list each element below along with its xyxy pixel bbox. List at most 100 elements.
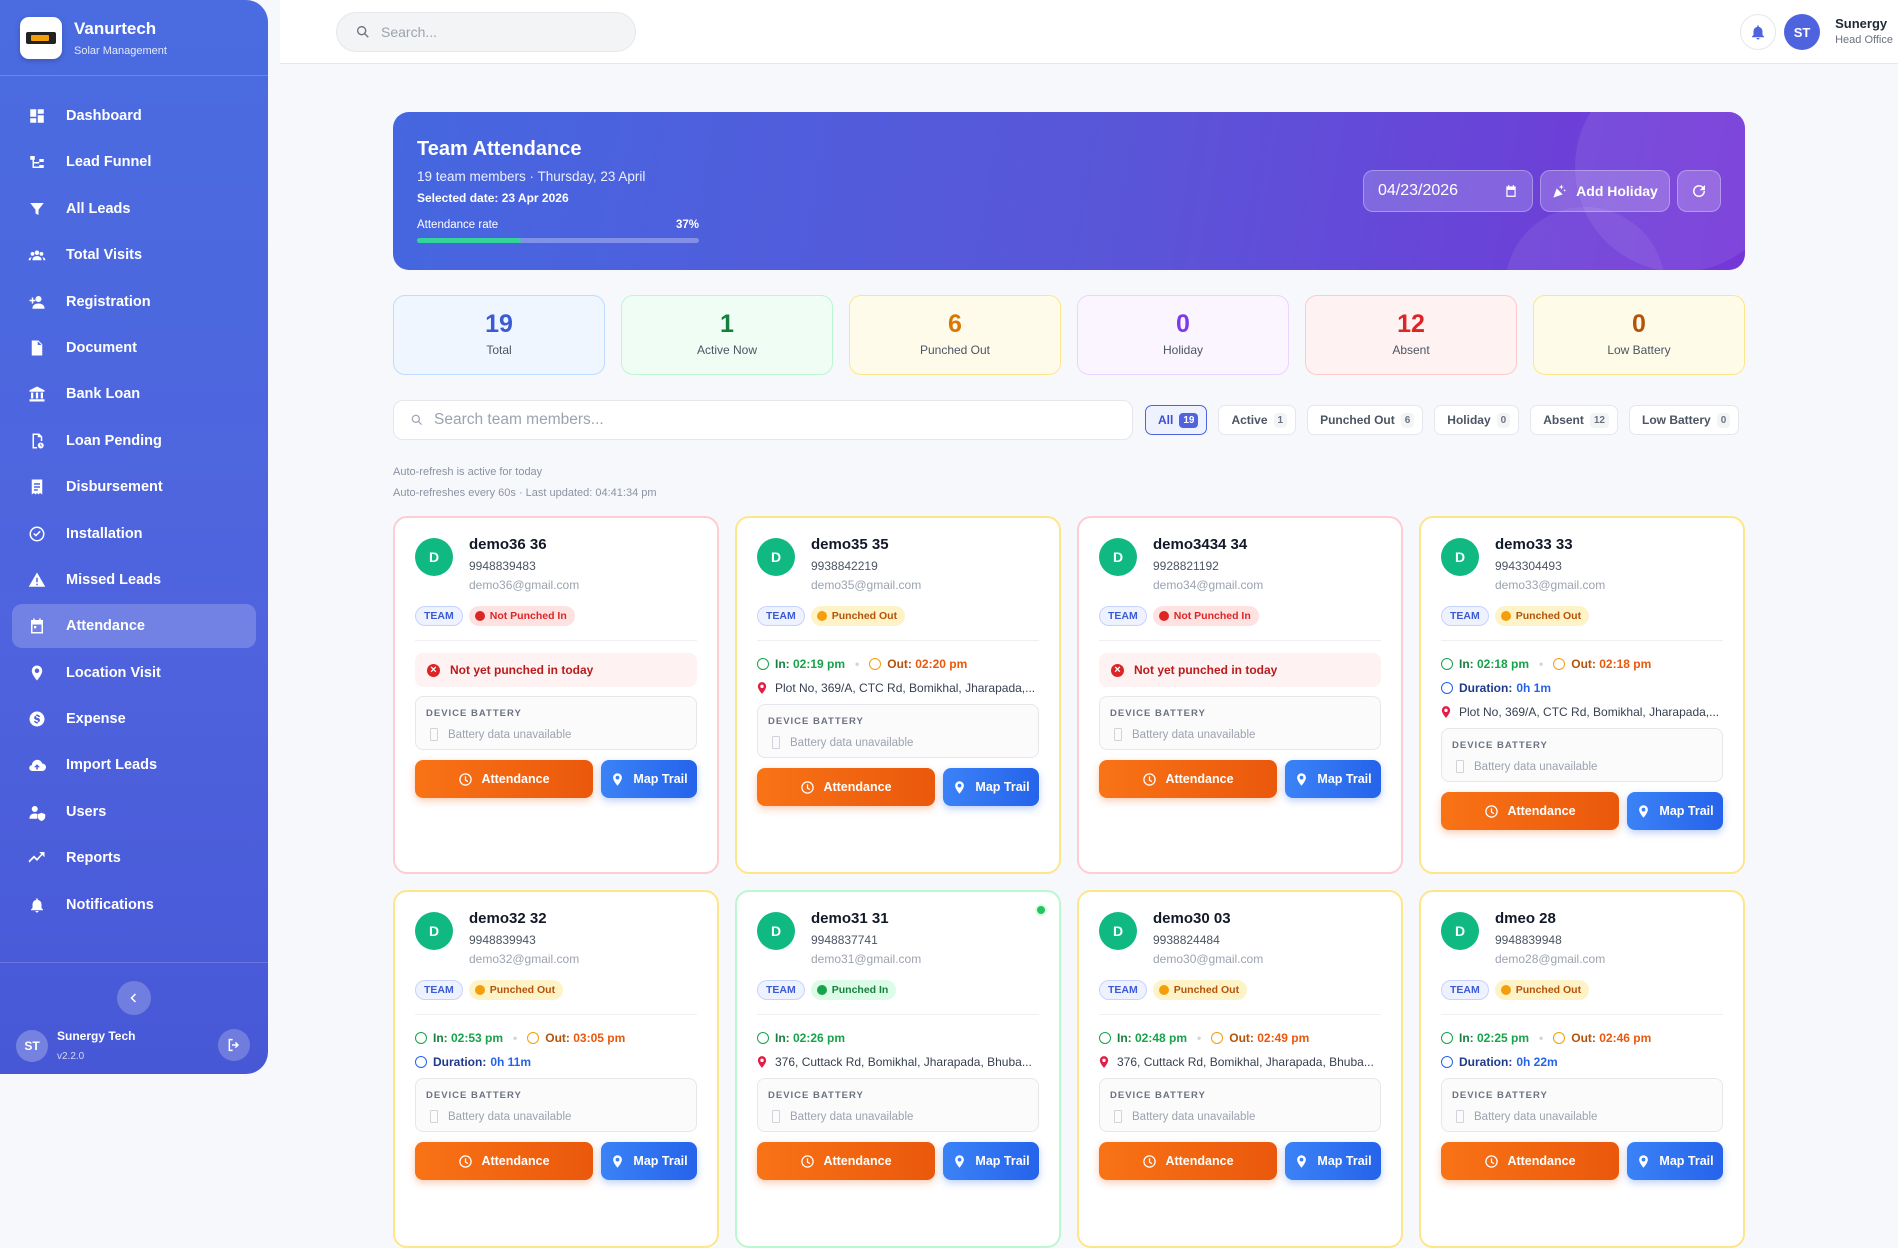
stat-card-punched-out[interactable]: 6 Punched Out [849, 295, 1061, 375]
sidebar-item-expense[interactable]: Expense [12, 697, 256, 741]
attendance-button[interactable]: Attendance [415, 760, 593, 798]
punch-address: 376, Cuttack Rd, Bomikhal, Jharapada, Bh… [757, 1055, 1039, 1069]
sidebar-item-loan-pending[interactable]: Loan Pending [12, 419, 256, 463]
attendance-button[interactable]: Attendance [1441, 1142, 1619, 1180]
sidebar-item-label: Document [66, 339, 137, 356]
sidebar-item-label: Attendance [66, 618, 145, 635]
sidebar-item-notifications[interactable]: Notifications [12, 883, 256, 927]
attendance-rate-value: 37% [675, 219, 699, 231]
sidebar-item-reports[interactable]: Reports [12, 836, 256, 880]
device-battery-label: DEVICE BATTERY [1110, 708, 1206, 719]
status-badge: Not Punched In [468, 606, 575, 626]
clock-icon [1143, 1154, 1157, 1168]
attendance-header: Team Attendance 19 team members · Thursd… [393, 112, 1745, 270]
map-trail-button[interactable]: Map Trail [1285, 760, 1381, 798]
map-trail-button[interactable]: Map Trail [601, 760, 697, 798]
sidebar-nav: Dashboard Lead Funnel All Leads Total Visit… [0, 76, 268, 927]
filter-chip-all[interactable]: All 19 [1145, 405, 1208, 435]
date-picker[interactable]: 04/23/2026 [1363, 170, 1533, 212]
clock-icon [801, 780, 815, 794]
map-trail-button[interactable]: Map Trail [943, 1142, 1039, 1180]
sidebar-item-label: Bank Loan [66, 386, 141, 403]
filter-chip-active[interactable]: Active 1 [1218, 405, 1297, 435]
avatar: D [1441, 912, 1479, 950]
calendar-icon [1506, 185, 1516, 197]
sidebar-item-all-leads[interactable]: All Leads [12, 187, 256, 231]
member-card: D demo3434 34 9928821192 demo34@gmail.co… [1077, 516, 1403, 874]
sidebar-item-attendance[interactable]: Attendance [12, 604, 256, 649]
member-email: demo33@gmail.com [1495, 578, 1606, 592]
clock-icon [757, 1032, 769, 1044]
attendance-button[interactable]: Attendance [1441, 792, 1619, 830]
sidebar-item-bank-loan[interactable]: Bank Loan [12, 372, 256, 416]
sidebar-item-disbursement[interactable]: Disbursement [12, 465, 256, 509]
map-trail-button[interactable]: Map Trail [943, 768, 1039, 806]
member-phone: 9948839483 [469, 559, 536, 573]
punch-duration: Duration: 0h 22m [1441, 1055, 1723, 1069]
filter-chip-label: Low Battery [1642, 413, 1711, 427]
auto-refresh-status: Auto-refresh is active for today [393, 466, 543, 478]
punch-address: Plot No, 369/A, CTC Rd, Bomikhal, Jharap… [1441, 705, 1723, 719]
attendance-button[interactable]: Attendance [757, 1142, 935, 1180]
battery-status: Battery data unavailable [1452, 760, 1712, 773]
filter-chip-low-battery[interactable]: Low Battery 0 [1629, 405, 1740, 435]
sidebar-item-total-visits[interactable]: Total Visits [12, 233, 256, 277]
device-battery: DEVICE BATTERY Battery data unavailable [1099, 696, 1381, 750]
clock-icon [1441, 658, 1453, 670]
filter-chip-holiday[interactable]: Holiday 0 [1434, 405, 1520, 435]
filter-chip-absent[interactable]: Absent 12 [1530, 405, 1618, 435]
add-holiday-button[interactable]: Add Holiday [1540, 170, 1670, 212]
stat-card-active-now[interactable]: 1 Active Now [621, 295, 833, 375]
avatar: D [757, 912, 795, 950]
sidebar-item-users[interactable]: Users [12, 790, 256, 834]
map-trail-button[interactable]: Map Trail [601, 1142, 697, 1180]
collapse-sidebar-button[interactable] [117, 981, 151, 1015]
location-pin-icon [1441, 706, 1451, 718]
filter-chip-label: Holiday [1447, 413, 1491, 427]
date-value: 04/23/2026 [1378, 182, 1459, 199]
sidebar-item-location-visit[interactable]: Location Visit [12, 651, 256, 695]
sidebar-item-label: Registration [66, 293, 151, 310]
sidebar-item-lead-funnel[interactable]: Lead Funnel [12, 140, 256, 184]
sidebar-item-document[interactable]: Document [12, 326, 256, 370]
user-menu[interactable]: Sunergy Head Office [1835, 16, 1893, 46]
user-avatar[interactable]: ST [1784, 14, 1820, 50]
notifications-button[interactable] [1740, 14, 1776, 50]
punch-duration: Duration: 0h 1m [1441, 681, 1723, 695]
location-pin-icon [955, 1154, 965, 1168]
sidebar-item-installation[interactable]: Installation [12, 512, 256, 556]
filter-chip-punched-out[interactable]: Punched Out 6 [1307, 405, 1424, 435]
brand[interactable]: Vanurtech Solar Management [0, 0, 268, 76]
stat-card-absent[interactable]: 12 Absent [1305, 295, 1517, 375]
stats-row: 19 Total 1 Active Now 6 Punched Out 0 Holiday 12… [393, 295, 1745, 375]
app-name: Vanurtech [74, 18, 157, 38]
attendance-button[interactable]: Attendance [1099, 1142, 1277, 1180]
stat-card-holiday[interactable]: 0 Holiday [1077, 295, 1289, 375]
location-pin-icon [757, 1056, 767, 1068]
member-name: demo31 31 [811, 910, 889, 927]
location-pin-icon [1639, 1154, 1649, 1168]
sidebar-item-missed-leads[interactable]: Missed Leads [12, 558, 256, 602]
clock-icon [1441, 1032, 1453, 1044]
refresh-button[interactable] [1677, 170, 1721, 212]
clock-icon [1485, 1154, 1499, 1168]
map-trail-button[interactable]: Map Trail [1285, 1142, 1381, 1180]
attendance-button[interactable]: Attendance [415, 1142, 593, 1180]
member-search-input[interactable]: Search team members... [393, 400, 1133, 440]
sidebar-item-dashboard[interactable]: Dashboard [12, 94, 256, 138]
dollar-icon [28, 710, 46, 728]
clock-icon [801, 1154, 815, 1168]
attendance-button[interactable]: Attendance [757, 768, 935, 806]
map-trail-button[interactable]: Map Trail [1627, 1142, 1723, 1180]
sidebar-item-label: Loan Pending [66, 432, 162, 449]
stat-card-total[interactable]: 19 Total [393, 295, 605, 375]
logout-button[interactable] [218, 1029, 250, 1061]
global-search-input[interactable]: Search... [336, 12, 636, 52]
sidebar-item-label: Dashboard [66, 108, 142, 124]
map-trail-button[interactable]: Map Trail [1627, 792, 1723, 830]
sidebar-item-registration[interactable]: Registration [12, 280, 256, 324]
stat-card-low-battery[interactable]: 0 Low Battery [1533, 295, 1745, 375]
attendance-button[interactable]: Attendance [1099, 760, 1277, 798]
sidebar-item-import-leads[interactable]: Import Leads [12, 743, 256, 787]
member-phone: 9938824484 [1153, 933, 1220, 947]
